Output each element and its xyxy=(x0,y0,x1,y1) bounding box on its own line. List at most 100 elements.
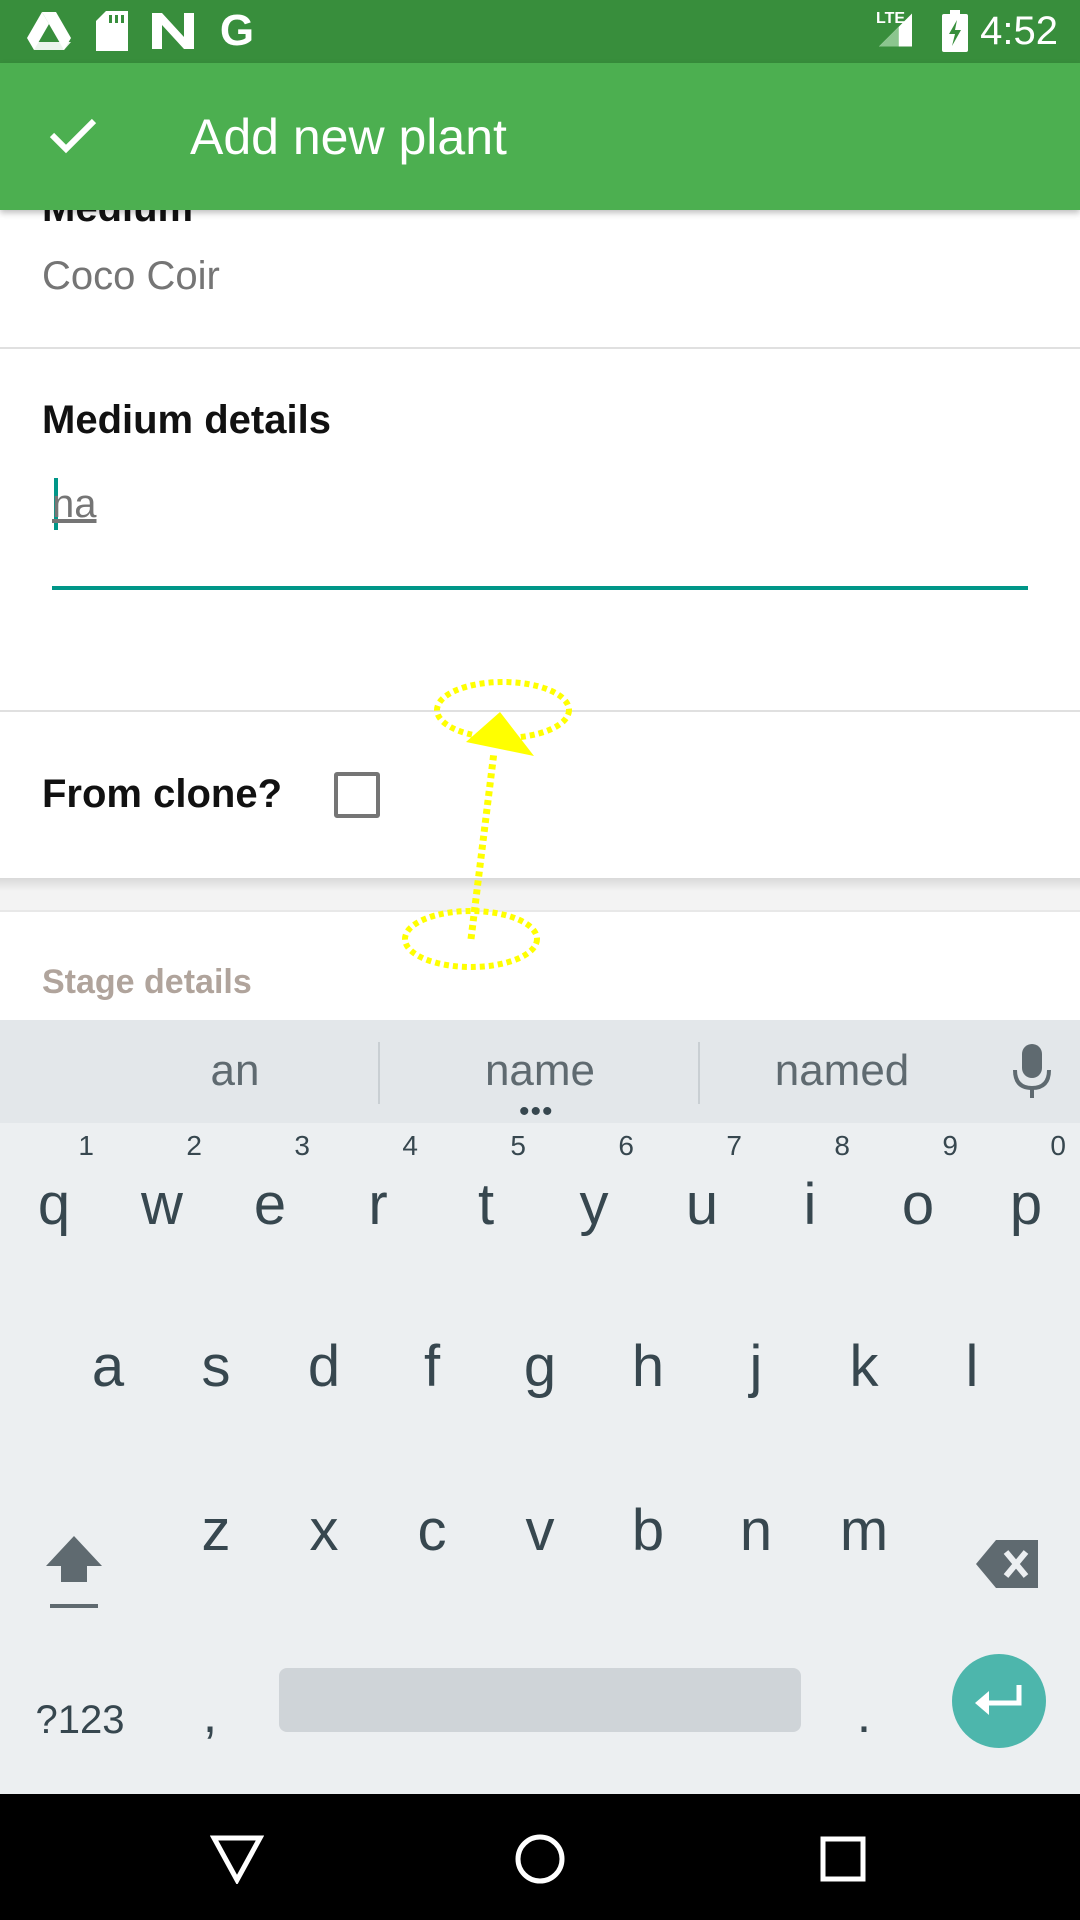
stage-details-label: Stage details xyxy=(42,963,252,1001)
divider xyxy=(378,1042,380,1104)
suggestion-item[interactable]: name xyxy=(420,1044,660,1098)
backspace-key[interactable] xyxy=(956,1492,1066,1632)
plant-form: Medium Coco Coir Medium details na From … xyxy=(0,210,1080,1020)
home-icon[interactable] xyxy=(505,1824,575,1894)
space-key[interactable] xyxy=(279,1668,801,1732)
key-c[interactable]: c xyxy=(378,1452,486,1602)
key-hint: 2 xyxy=(186,1130,202,1161)
key-n[interactable]: n xyxy=(702,1452,810,1602)
divider xyxy=(0,347,1080,349)
key-v[interactable]: v xyxy=(486,1452,594,1602)
key-r[interactable]: r4 xyxy=(324,1126,432,1276)
network-type-label: LTE xyxy=(876,10,906,27)
key-a[interactable]: a xyxy=(54,1288,162,1438)
shift-key[interactable] xyxy=(26,1492,124,1632)
key-label: w xyxy=(141,1172,183,1237)
key-x[interactable]: x xyxy=(270,1452,378,1602)
key-label: b xyxy=(631,1498,665,1563)
key-label: l xyxy=(965,1334,979,1399)
key-hint: 4 xyxy=(402,1130,418,1161)
from-clone-label: From clone? xyxy=(42,772,283,816)
key-label: v xyxy=(525,1498,555,1563)
sd-card-icon xyxy=(92,10,132,52)
key-t[interactable]: t5 xyxy=(432,1126,540,1276)
key-d[interactable]: d xyxy=(270,1288,378,1438)
key-i[interactable]: i8 xyxy=(756,1126,864,1276)
period-key[interactable]: . xyxy=(824,1660,904,1780)
key-label: i xyxy=(803,1172,817,1237)
medium-details-label: Medium details xyxy=(42,398,331,442)
key-w[interactable]: w2 xyxy=(108,1126,216,1276)
key-y[interactable]: y6 xyxy=(540,1126,648,1276)
key-label: s xyxy=(201,1334,231,1399)
key-label: r xyxy=(368,1172,388,1237)
key-label: p xyxy=(1009,1172,1043,1237)
divider xyxy=(0,710,1080,712)
status-bar: G LTE 4:52 xyxy=(0,0,1080,63)
key-hint: 0 xyxy=(1050,1130,1066,1161)
key-label: m xyxy=(839,1498,889,1563)
key-h[interactable]: h xyxy=(594,1288,702,1438)
key-u[interactable]: u7 xyxy=(648,1126,756,1276)
navigation-bar xyxy=(0,1794,1080,1920)
key-q[interactable]: q1 xyxy=(0,1126,108,1276)
enter-key[interactable] xyxy=(952,1654,1046,1748)
key-label: h xyxy=(631,1334,665,1399)
key-hint: 6 xyxy=(618,1130,634,1161)
key-o[interactable]: o9 xyxy=(864,1126,972,1276)
battery-charging-icon xyxy=(940,10,970,52)
comma-key[interactable]: , xyxy=(170,1660,250,1780)
medium-details-input[interactable]: na xyxy=(52,478,1028,590)
key-label: n xyxy=(739,1498,773,1563)
key-g[interactable]: g xyxy=(486,1288,594,1438)
suggestion-item[interactable]: named xyxy=(722,1044,962,1098)
key-e[interactable]: e3 xyxy=(216,1126,324,1276)
key-hint: 8 xyxy=(834,1130,850,1161)
key-label: f xyxy=(423,1334,441,1399)
medium-select[interactable]: Coco Coir xyxy=(42,252,220,300)
divider xyxy=(698,1042,700,1104)
key-label: d xyxy=(307,1334,341,1399)
key-hint: 9 xyxy=(942,1130,958,1161)
more-suggestions-icon[interactable]: ••• xyxy=(519,1097,554,1127)
key-k[interactable]: k xyxy=(810,1288,918,1438)
recents-icon[interactable] xyxy=(808,1824,878,1894)
key-label: y xyxy=(579,1172,609,1237)
key-label: e xyxy=(253,1172,287,1237)
checkmark-icon xyxy=(48,115,98,160)
key-label: t xyxy=(477,1172,495,1237)
card-separator xyxy=(0,878,1080,910)
status-time: 4:52 xyxy=(980,9,1058,53)
key-label: k xyxy=(849,1334,879,1399)
key-l[interactable]: l xyxy=(918,1288,1026,1438)
key-b[interactable]: b xyxy=(594,1452,702,1602)
symbols-key[interactable]: ?123 xyxy=(20,1660,140,1780)
key-label: o xyxy=(901,1172,935,1237)
suggestion-bar: an name named ••• xyxy=(0,1020,1080,1127)
key-label: j xyxy=(749,1334,763,1399)
key-p[interactable]: p0 xyxy=(972,1126,1080,1276)
confirm-button[interactable] xyxy=(30,101,116,173)
suggestion-item[interactable]: an xyxy=(115,1044,355,1098)
from-clone-checkbox[interactable] xyxy=(334,772,380,818)
key-label: u xyxy=(685,1172,719,1237)
key-m[interactable]: m xyxy=(810,1452,918,1602)
key-f[interactable]: f xyxy=(378,1288,486,1438)
key-j[interactable]: j xyxy=(702,1288,810,1438)
n-app-icon xyxy=(150,10,196,52)
key-hint: 7 xyxy=(726,1130,742,1161)
key-hint: 3 xyxy=(294,1130,310,1161)
drive-icon xyxy=(26,10,72,52)
key-z[interactable]: z xyxy=(162,1452,270,1602)
key-s[interactable]: s xyxy=(162,1288,270,1438)
key-label: x xyxy=(309,1498,339,1563)
soft-keyboard: an name named ••• q1w2e3r4t5y6u7i8o9p0as… xyxy=(0,1020,1080,1794)
key-label: c xyxy=(417,1498,447,1563)
google-icon: G xyxy=(219,6,255,55)
medium-details-value: na xyxy=(52,482,97,526)
back-icon[interactable] xyxy=(202,1824,272,1894)
page-title: Add new plant xyxy=(190,109,507,165)
microphone-icon[interactable] xyxy=(1000,1040,1064,1104)
key-label: a xyxy=(91,1334,125,1399)
medium-label: Medium xyxy=(42,210,193,232)
